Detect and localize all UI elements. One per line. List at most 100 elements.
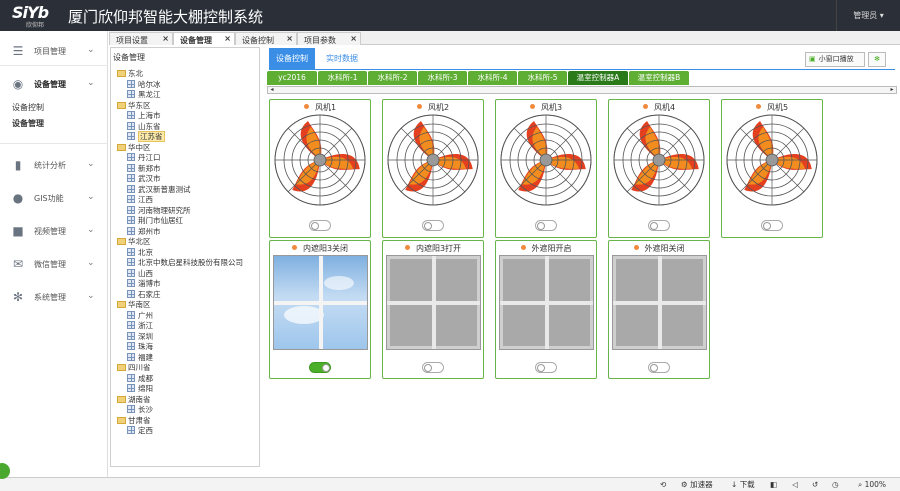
divider xyxy=(0,143,108,144)
power-toggle[interactable] xyxy=(535,362,557,373)
arrow-right-icon[interactable]: ▸ xyxy=(888,87,896,93)
tree-device[interactable]: 武汉市 xyxy=(127,174,161,184)
tree-folder[interactable]: 湖南省 xyxy=(117,395,151,405)
tree-device[interactable]: 深圳 xyxy=(127,331,153,342)
fan-icon xyxy=(274,114,366,206)
zoom-item[interactable]: ⌕ 100% xyxy=(858,478,886,491)
status-dot xyxy=(755,104,761,109)
tree-device[interactable]: 福建 xyxy=(127,352,153,363)
window-open-icon xyxy=(273,255,368,350)
device-icon xyxy=(127,279,135,287)
arrow-left-icon[interactable]: ◂ xyxy=(268,87,276,93)
tree-device[interactable]: 黑龙江 xyxy=(127,90,161,100)
tree-device[interactable]: 绵阳 xyxy=(127,384,153,394)
accelerator-item[interactable]: ⚙ 加速器 xyxy=(681,478,713,491)
sidebar-item-stats[interactable]: ▮ 统计分析 ⌄ xyxy=(0,155,108,175)
controller-tab[interactable]: 温室控制器A xyxy=(568,71,628,85)
controller-tab[interactable]: 水科所-2 xyxy=(368,71,417,85)
subitem-device-manage[interactable]: 设备管理 xyxy=(12,118,44,129)
tree-folder[interactable]: 甘肃省 xyxy=(117,416,151,426)
tree-folder[interactable]: 华东区 xyxy=(117,101,151,111)
refresh-icon-2[interactable]: ↺ xyxy=(812,478,818,491)
power-toggle[interactable] xyxy=(422,220,444,231)
tree-node-label: 华南区 xyxy=(128,300,151,309)
tree-device[interactable]: 江苏省 xyxy=(127,131,165,142)
sidebar-item-system[interactable]: ✻ 系统管理 ⌄ xyxy=(0,287,108,307)
tree-folder[interactable]: 华北区 xyxy=(117,237,151,247)
close-icon[interactable]: × xyxy=(286,34,293,43)
controller-tab[interactable]: 水科所-5 xyxy=(518,71,567,85)
tree-device[interactable]: 山西 xyxy=(127,268,153,279)
tree-folder[interactable]: 华中区 xyxy=(117,143,151,153)
close-icon[interactable]: × xyxy=(350,34,357,43)
tree-device[interactable]: 北京中数启星科技股份有限公司 xyxy=(127,258,243,268)
chevron-down-icon: ⌄ xyxy=(87,192,95,202)
window-frame xyxy=(387,301,480,305)
tree-device[interactable]: 哈尔冰 xyxy=(127,79,161,90)
tree-device[interactable]: 珠海 xyxy=(127,342,153,352)
download-item[interactable]: ↓ 下载 xyxy=(731,478,755,491)
folder-icon xyxy=(117,101,126,109)
tree-device[interactable]: 江西 xyxy=(127,195,153,205)
tree-device[interactable]: 新郑市 xyxy=(127,163,161,174)
power-toggle[interactable] xyxy=(309,362,331,373)
user-menu[interactable]: 管理员 ▾ xyxy=(836,0,900,31)
settings-gear-button[interactable]: ✻ xyxy=(868,52,886,67)
subtab-realtime-data[interactable]: 实时数据 xyxy=(319,48,365,69)
sidebar-item-video[interactable]: ■ 视频管理 ⌄ xyxy=(0,221,108,241)
sound-icon[interactable]: ◧ xyxy=(770,478,777,491)
tree-device[interactable]: 石家庄 xyxy=(127,289,161,300)
tree-device[interactable]: 北京 xyxy=(127,247,153,258)
sidebar-item-device[interactable]: ◉ 设备管理 ⌄ xyxy=(0,74,108,94)
tree-device[interactable]: 丹江口 xyxy=(127,153,161,163)
toggle-knob xyxy=(650,364,658,372)
subtab-device-control[interactable]: 设备控制 xyxy=(269,48,315,69)
tree-folder[interactable]: 四川省 xyxy=(117,363,151,373)
controller-tab[interactable]: 水科所-3 xyxy=(418,71,467,85)
controller-tab[interactable]: 水科所-4 xyxy=(468,71,517,85)
tree-device[interactable]: 广州 xyxy=(127,310,153,321)
tree-node-label: 北京 xyxy=(138,247,153,257)
tab-device-manage[interactable]: 设备管理 × xyxy=(173,32,235,45)
controller-tab[interactable]: 温室控制器B xyxy=(629,71,689,85)
power-toggle[interactable] xyxy=(535,220,557,231)
tab-project-params[interactable]: 项目参数 × xyxy=(297,32,361,45)
folder-icon xyxy=(117,143,126,151)
sidebar-item-project[interactable]: ☰ 项目管理 ⌄ xyxy=(0,41,108,61)
horizontal-scrollbar[interactable]: ◂ ▸ xyxy=(267,86,897,94)
sidebar-item-gis[interactable]: ● GIS功能 ⌄ xyxy=(0,188,108,208)
power-toggle[interactable] xyxy=(309,220,331,231)
controller-tab[interactable]: yc2016 xyxy=(267,71,317,85)
tree-device[interactable]: 郑州市 xyxy=(127,226,161,237)
refresh-icon[interactable]: ⟲ xyxy=(660,478,666,491)
tab-device-control[interactable]: 设备控制 × xyxy=(235,32,297,45)
tree-device[interactable]: 长沙 xyxy=(127,405,153,415)
close-icon[interactable]: × xyxy=(162,34,169,43)
tree-node-label: 山西 xyxy=(138,268,153,278)
close-icon[interactable]: × xyxy=(224,34,231,43)
tree-folder[interactable]: 东北 xyxy=(117,69,143,79)
tab-project-settings[interactable]: 项目设置 × xyxy=(109,32,173,45)
tree-device[interactable]: 河南物理研究所 xyxy=(127,205,191,216)
tree-device[interactable]: 山东省 xyxy=(127,121,161,132)
fan-card: 风机3 xyxy=(495,99,597,238)
power-toggle[interactable] xyxy=(648,362,670,373)
tree-device[interactable]: 定西 xyxy=(127,426,153,436)
tree-device[interactable]: 淄博市 xyxy=(127,279,161,289)
tree-device[interactable]: 浙江 xyxy=(127,321,153,331)
power-toggle[interactable] xyxy=(648,220,670,231)
tree-device[interactable]: 荆门市仙居红 xyxy=(127,216,183,226)
tree-folder[interactable]: 华南区 xyxy=(117,300,151,310)
clock-icon[interactable]: ◷ xyxy=(832,478,839,491)
subitem-device-control[interactable]: 设备控制 xyxy=(12,102,44,113)
tree-device[interactable]: 成都 xyxy=(127,373,153,384)
popup-play-button[interactable]: ▣ 小窗口播放 xyxy=(805,52,865,67)
tree-device[interactable]: 武汉新普惠测试 xyxy=(127,184,191,195)
folder-icon xyxy=(117,238,126,245)
controller-tab[interactable]: 水科所-1 xyxy=(318,71,367,85)
power-toggle[interactable] xyxy=(422,362,444,373)
sidebar-item-wechat[interactable]: ✉ 微信管理 ⌄ xyxy=(0,254,108,274)
speaker-icon[interactable]: ◁ xyxy=(792,478,798,491)
tree-device[interactable]: 上海市 xyxy=(127,111,161,121)
power-toggle[interactable] xyxy=(761,220,783,231)
